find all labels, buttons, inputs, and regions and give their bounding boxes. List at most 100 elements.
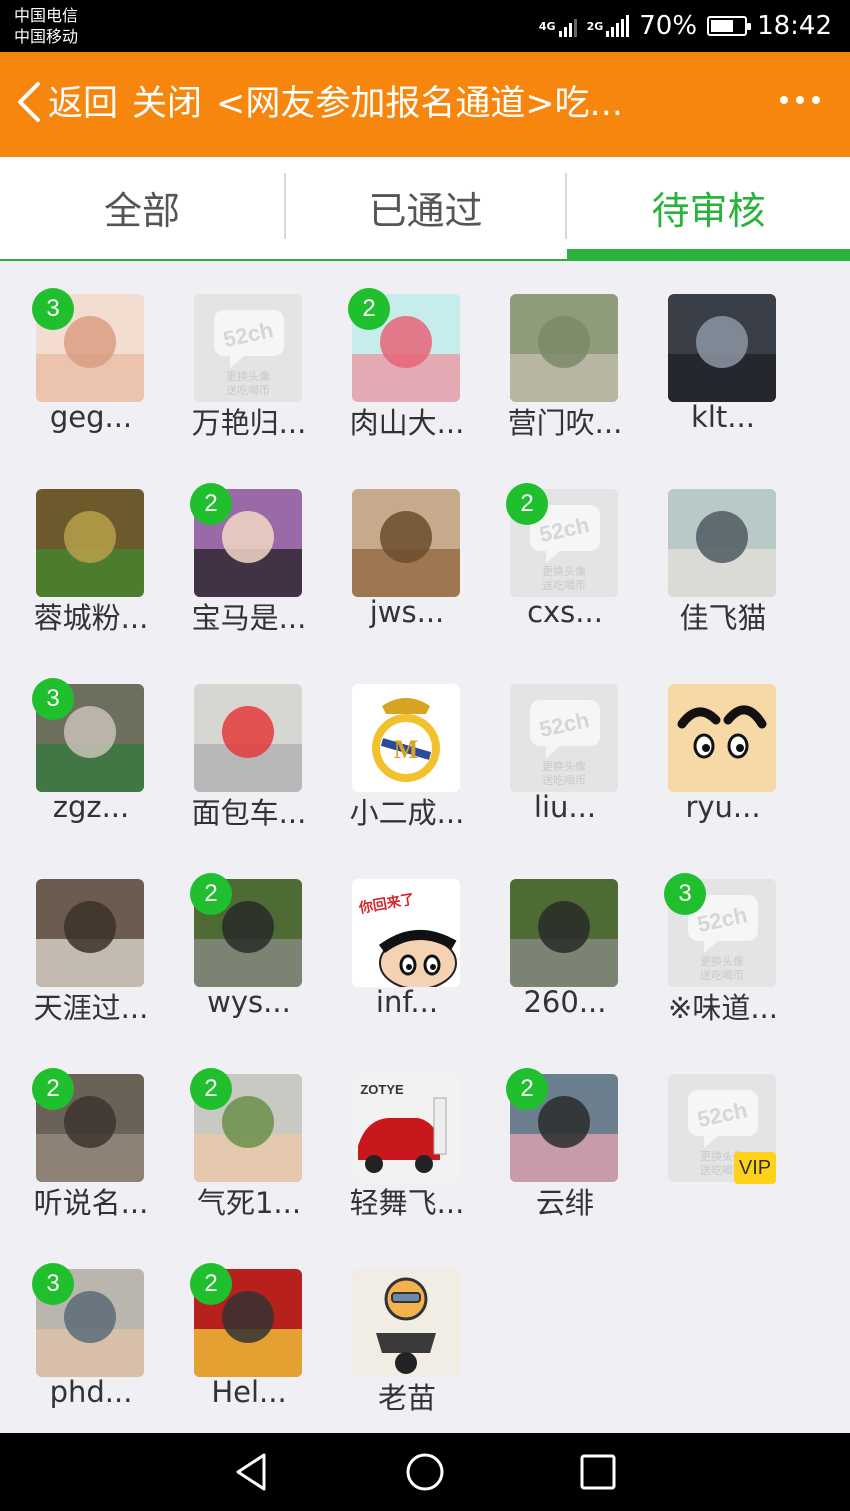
member-item[interactable]: 3 zgz... [16,652,166,824]
member-item[interactable]: 佳飞猫 [648,457,798,635]
member-name: inf... [375,985,439,1019]
svg-text:更换头像: 更换头像 [226,369,270,383]
member-item[interactable]: 52ch 更换头像 送吃喝币 VIP [648,1042,798,1212]
carrier-1: 中国电信 [14,6,79,25]
avatar[interactable] [510,294,618,402]
member-item[interactable]: 2 气死1... [174,1042,324,1220]
signal-1-icon: 4G [539,15,577,37]
member-name: wys... [207,985,291,1019]
member-item[interactable]: 2 宝马是... [174,457,324,635]
svg-text:M: M [394,735,419,764]
member-item[interactable]: 260... [490,847,640,1019]
vip-badge: VIP [734,1152,776,1184]
member-item[interactable]: 你回来了 inf... [332,847,482,1019]
clock: 18:42 [757,11,832,41]
member-item[interactable]: 营门吹... [490,262,640,440]
navigation-bar [0,1433,850,1511]
member-item[interactable]: 2 wys... [174,847,324,1019]
active-tab-indicator [567,249,850,259]
member-item[interactable]: 蓉城粉... [16,457,166,635]
member-name: geg... [49,400,133,434]
avatar[interactable]: 52ch 更换头像 送吃喝币 [194,294,302,402]
member-item[interactable]: ZOTYE 轻舞飞... [332,1042,482,1220]
avatar[interactable]: ZOTYE [352,1074,460,1182]
member-item[interactable]: 3 geg... [16,262,166,434]
count-badge: 3 [32,1263,74,1305]
member-item[interactable]: 2 Hel... [174,1237,324,1409]
status-icons: 4G 2G 70% 18:42 [539,8,832,44]
network-type-1: 4G [538,19,556,33]
avatar[interactable] [352,489,460,597]
member-item[interactable]: 52ch 更换头像 送吃喝币 liu... [490,652,640,824]
avatar[interactable] [194,684,302,792]
avatar[interactable]: 你回来了 [352,879,460,987]
recents-square-icon[interactable] [576,1450,620,1494]
battery-percent: 70% [639,11,698,41]
member-name: 老苗 [377,1381,436,1415]
member-item[interactable]: 52ch 更换头像 送吃喝币 2 cxs... [490,457,640,629]
tab-approved[interactable]: 已通过 [286,157,565,257]
count-badge: 2 [190,483,232,525]
member-name: ※味道... [668,991,778,1025]
member-item[interactable]: 3 phd... [16,1237,166,1409]
member-name: 气死1... [196,1186,302,1220]
avatar[interactable] [668,294,776,402]
avatar[interactable] [668,684,776,792]
member-name: 听说名... [33,1186,149,1220]
member-item[interactable]: 老苗 [332,1237,482,1415]
member-name: 轻舞飞... [349,1186,465,1220]
member-item[interactable]: 52ch 更换头像 送吃喝币 万艳归... [174,262,324,440]
member-name: 面包车... [191,796,307,830]
member-name: 肉山大... [349,406,465,440]
member-item[interactable]: 2 听说名... [16,1042,166,1220]
member-item[interactable]: 面包车... [174,652,324,830]
carrier-2: 中国移动 [14,27,79,46]
svg-text:送吃喝币: 送吃喝币 [226,383,270,397]
title-bar: 返回 关闭 <网友参加报名通道>吃... [0,52,850,157]
more-options-icon[interactable] [780,96,820,104]
svg-text:送吃喝币: 送吃喝币 [542,773,586,787]
avatar[interactable]: 52ch 更换头像 送吃喝币 [510,684,618,792]
battery-icon [707,16,752,36]
svg-text:送吃喝币: 送吃喝币 [700,968,744,982]
count-badge: 2 [348,288,390,330]
tab-all[interactable]: 全部 [0,157,284,257]
avatar[interactable] [36,879,144,987]
title-row: 返回 关闭 <网友参加报名通道>吃... [48,82,688,126]
member-name: jws... [369,595,445,629]
svg-text:送吃喝币: 送吃喝币 [542,578,586,592]
member-item[interactable]: M 小二成... [332,652,482,830]
back-triangle-icon[interactable] [230,1450,274,1494]
svg-text:更换头像: 更换头像 [542,759,586,773]
count-badge: 2 [32,1068,74,1110]
member-name: 天涯过... [33,991,149,1025]
member-name: Hel... [211,1375,287,1409]
member-item[interactable]: 天涯过... [16,847,166,1025]
member-grid: 3 geg... 52ch 更换头像 送吃喝币 万艳归... 2 肉山大... 营门吹... kl… [0,262,850,1433]
avatar[interactable] [352,1269,460,1377]
back-arrow-icon[interactable] [14,80,44,124]
member-item[interactable]: 2 云绯 [490,1042,640,1220]
close-button[interactable]: 关闭 [132,84,202,124]
signal-2-icon: 2G [587,15,630,37]
tab-pending[interactable]: 待审核 [567,157,850,257]
network-type-2: 2G [586,19,604,33]
back-button[interactable]: 返回 [48,84,118,124]
member-name: 佳飞猫 [679,601,767,635]
member-name: phd... [49,1375,133,1409]
count-badge: 2 [190,873,232,915]
member-item[interactable]: klt... [648,262,798,434]
member-item[interactable]: ryu... [648,652,798,824]
member-name: 小二成... [349,796,465,830]
svg-text:更换头像: 更换头像 [700,954,744,968]
home-circle-icon[interactable] [403,1450,447,1494]
avatar[interactable] [668,489,776,597]
member-item[interactable]: 2 肉山大... [332,262,482,440]
avatar[interactable] [510,879,618,987]
member-name: 宝马是... [191,601,307,635]
avatar[interactable]: M [352,684,460,792]
avatar[interactable] [36,489,144,597]
member-item[interactable]: 52ch 更换头像 送吃喝币 3 ※味道... [648,847,798,1025]
member-item[interactable]: jws... [332,457,482,629]
member-name: klt... [691,400,755,434]
